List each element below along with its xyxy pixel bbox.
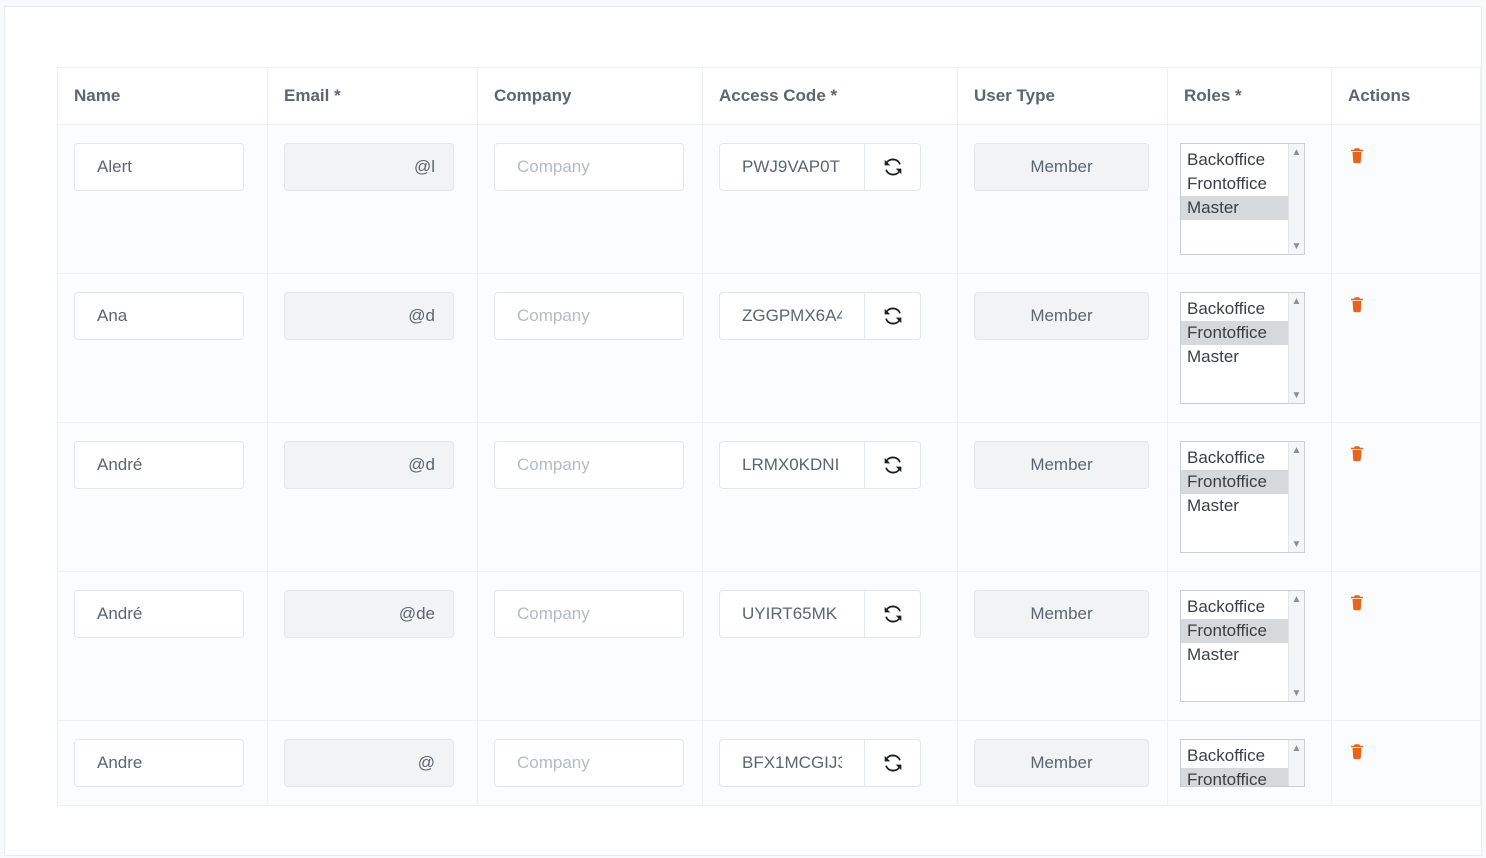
company-input[interactable] [494, 143, 684, 191]
roles-listbox[interactable]: BackofficeFrontoffice ▲ [1180, 739, 1305, 787]
regenerate-code-button[interactable] [865, 739, 921, 787]
header-company: Company [478, 68, 703, 125]
email-input[interactable] [284, 292, 454, 340]
table-header: Name Email * Company Access Code * User … [58, 68, 1481, 125]
refresh-icon [883, 157, 903, 177]
scroll-up-icon[interactable]: ▲ [1289, 144, 1304, 160]
roles-scrollbar[interactable]: ▲▼ [1288, 144, 1304, 254]
roles-listbox[interactable]: BackofficeFrontofficeMaster▲▼ [1180, 143, 1305, 255]
scroll-down-icon[interactable]: ▼ [1289, 238, 1304, 254]
name-input[interactable] [74, 143, 244, 191]
role-option[interactable]: Master [1181, 345, 1304, 369]
trash-icon [1348, 443, 1366, 463]
trash-icon [1348, 592, 1366, 612]
role-option[interactable]: Backoffice [1181, 297, 1304, 321]
role-option[interactable]: Frontoffice [1181, 470, 1304, 494]
trash-icon [1348, 741, 1366, 761]
page: Name Email * Company Access Code * User … [0, 0, 1486, 856]
email-input[interactable] [284, 143, 454, 191]
access-code-input[interactable] [719, 739, 865, 787]
user-type-field[interactable]: Member [974, 739, 1149, 787]
role-option[interactable]: Backoffice [1181, 595, 1304, 619]
table-row: MemberBackofficeFrontofficeMaster▲▼ [58, 125, 1481, 274]
access-code-input[interactable] [719, 590, 865, 638]
table-row: Member BackofficeFrontoffice ▲ [58, 721, 1481, 806]
refresh-icon [883, 753, 903, 773]
refresh-icon [883, 306, 903, 326]
company-input[interactable] [494, 292, 684, 340]
header-actions: Actions [1332, 68, 1481, 125]
scroll-down-icon[interactable]: ▼ [1289, 387, 1304, 403]
scroll-up-icon[interactable]: ▲ [1289, 293, 1304, 309]
header-name: Name [58, 68, 268, 125]
delete-row-button[interactable] [1348, 741, 1366, 761]
regenerate-code-button[interactable] [865, 441, 921, 489]
user-type-field[interactable]: Member [974, 441, 1149, 489]
header-roles: Roles * [1168, 68, 1332, 125]
role-option[interactable]: Backoffice [1181, 148, 1304, 172]
header-user-type: User Type [958, 68, 1168, 125]
table-row: MemberBackofficeFrontofficeMaster▲▼ [58, 423, 1481, 572]
role-option[interactable]: Frontoffice [1181, 619, 1304, 643]
scroll-up-icon[interactable]: ▲ [1289, 591, 1304, 607]
regenerate-code-button[interactable] [865, 590, 921, 638]
name-input[interactable] [74, 590, 244, 638]
header-access-code: Access Code * [703, 68, 958, 125]
refresh-icon [883, 455, 903, 475]
user-type-field[interactable]: Member [974, 292, 1149, 340]
roles-listbox[interactable]: BackofficeFrontofficeMaster▲▼ [1180, 590, 1305, 702]
name-input[interactable] [74, 292, 244, 340]
user-type-field[interactable]: Member [974, 590, 1149, 638]
delete-row-button[interactable] [1348, 592, 1366, 612]
delete-row-button[interactable] [1348, 294, 1366, 314]
header-email: Email * [268, 68, 478, 125]
delete-row-button[interactable] [1348, 443, 1366, 463]
refresh-icon [883, 604, 903, 624]
company-input[interactable] [494, 590, 684, 638]
regenerate-code-button[interactable] [865, 292, 921, 340]
role-option[interactable]: Master [1181, 643, 1304, 667]
table-row: MemberBackofficeFrontofficeMaster▲▼ [58, 274, 1481, 423]
users-table: Name Email * Company Access Code * User … [57, 67, 1481, 806]
role-option[interactable]: Backoffice [1181, 744, 1304, 768]
company-input[interactable] [494, 441, 684, 489]
table-row: MemberBackofficeFrontofficeMaster▲▼ [58, 572, 1481, 721]
card: Name Email * Company Access Code * User … [4, 6, 1482, 856]
roles-scrollbar[interactable]: ▲▼ [1288, 293, 1304, 403]
access-code-input[interactable] [719, 292, 865, 340]
roles-listbox[interactable]: BackofficeFrontofficeMaster▲▼ [1180, 441, 1305, 553]
user-type-field[interactable]: Member [974, 143, 1149, 191]
email-input[interactable] [284, 441, 454, 489]
scroll-up-icon[interactable]: ▲ [1289, 442, 1304, 458]
scroll-down-icon[interactable]: ▼ [1289, 536, 1304, 552]
role-option[interactable]: Master [1181, 494, 1304, 518]
roles-scrollbar[interactable]: ▲ [1288, 740, 1304, 786]
trash-icon [1348, 294, 1366, 314]
role-option[interactable]: Frontoffice [1181, 321, 1304, 345]
roles-scrollbar[interactable]: ▲▼ [1288, 591, 1304, 701]
email-input[interactable] [284, 590, 454, 638]
email-input[interactable] [284, 739, 454, 787]
role-option[interactable]: Frontoffice [1181, 172, 1304, 196]
regenerate-code-button[interactable] [865, 143, 921, 191]
role-option[interactable]: Frontoffice [1181, 768, 1304, 787]
access-code-input[interactable] [719, 143, 865, 191]
table-body: MemberBackofficeFrontofficeMaster▲▼Membe… [58, 125, 1481, 806]
access-code-input[interactable] [719, 441, 865, 489]
delete-row-button[interactable] [1348, 145, 1366, 165]
name-input[interactable] [74, 441, 244, 489]
company-input[interactable] [494, 739, 684, 787]
scroll-down-icon[interactable]: ▼ [1289, 685, 1304, 701]
roles-listbox[interactable]: BackofficeFrontofficeMaster▲▼ [1180, 292, 1305, 404]
roles-scrollbar[interactable]: ▲▼ [1288, 442, 1304, 552]
role-option[interactable]: Backoffice [1181, 446, 1304, 470]
role-option[interactable]: Master [1181, 196, 1304, 220]
trash-icon [1348, 145, 1366, 165]
name-input[interactable] [74, 739, 244, 787]
scroll-up-icon[interactable]: ▲ [1289, 740, 1304, 756]
